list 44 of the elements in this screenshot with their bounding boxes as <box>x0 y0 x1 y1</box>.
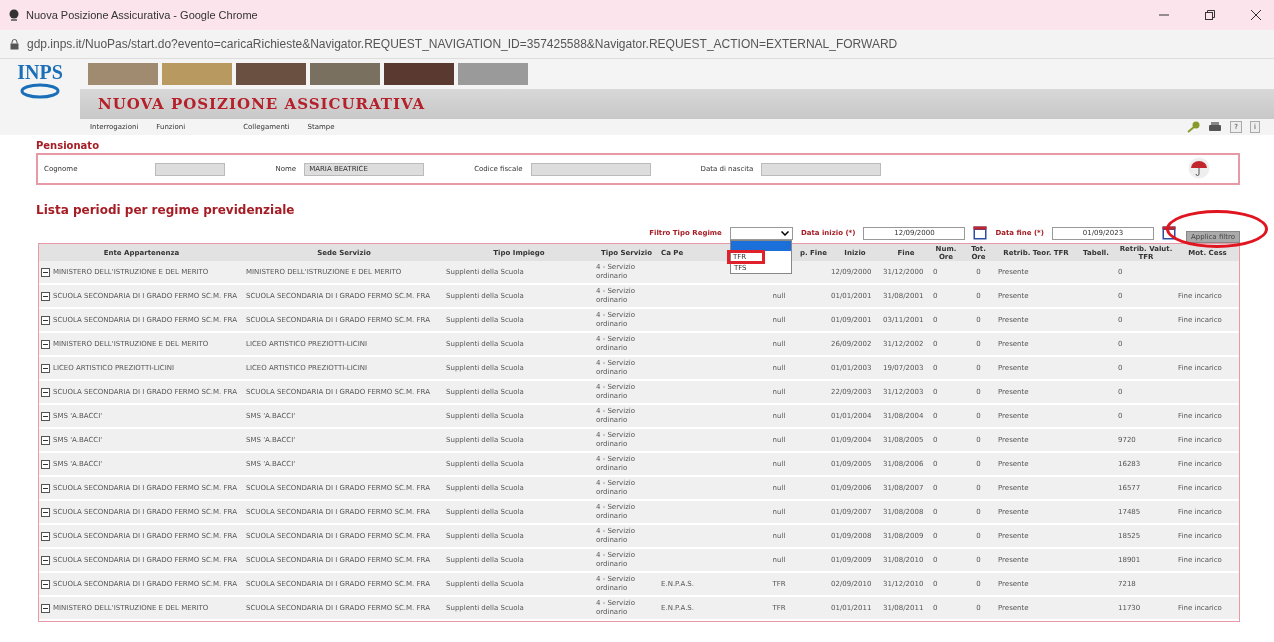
window-title: Nuova Posizione Assicurativa - Google Chrome <box>26 9 259 21</box>
input-field[interactable] <box>761 162 882 176</box>
table-cell <box>1176 380 1239 404</box>
collapse-icon[interactable] <box>41 267 50 277</box>
lock-icon <box>10 38 19 50</box>
calendar-icon[interactable] <box>973 226 988 240</box>
photo-placeholder <box>458 63 528 85</box>
logo: INPS <box>17 61 63 83</box>
regime-dropdown[interactable] <box>729 226 793 240</box>
collapse-icon[interactable] <box>41 411 50 421</box>
photo-placeholder <box>88 63 158 85</box>
collapse-icon[interactable] <box>41 435 50 445</box>
caret-icon <box>780 230 789 236</box>
input-field[interactable] <box>155 162 226 176</box>
umbrella-icon <box>1188 157 1210 179</box>
input-field[interactable] <box>530 162 651 176</box>
list-title: Lista periodi per regime previdenziale <box>36 203 296 217</box>
table-cell <box>1176 261 1239 284</box>
table-cell <box>1176 332 1239 356</box>
collapse-icon[interactable] <box>41 507 50 517</box>
browser-icon <box>8 9 20 21</box>
printer-icon[interactable] <box>1208 121 1223 133</box>
photo-placeholder <box>162 63 232 85</box>
photo-placeholder <box>236 63 306 85</box>
collapse-icon[interactable] <box>41 363 50 373</box>
collapse-icon[interactable] <box>41 531 50 541</box>
restore-icon[interactable] <box>1204 9 1216 21</box>
collapse-icon[interactable] <box>41 339 50 349</box>
photo-placeholder <box>310 63 380 85</box>
table-cell <box>1176 572 1239 596</box>
app-title: NUOVA POSIZIONE ASSICURATIVA <box>98 95 426 113</box>
section-title: Pensionato <box>36 140 100 151</box>
key-icon[interactable] <box>1186 121 1201 133</box>
collapse-icon[interactable] <box>41 555 50 565</box>
collapse-icon[interactable] <box>41 603 50 613</box>
collapse-icon[interactable] <box>41 579 50 589</box>
logo-swoosh-icon <box>20 83 60 99</box>
collapse-icon[interactable] <box>41 315 50 325</box>
photo-placeholder <box>384 63 454 85</box>
collapse-icon[interactable] <box>41 291 50 301</box>
collapse-icon[interactable] <box>41 387 50 397</box>
close-icon[interactable] <box>1250 9 1262 21</box>
collapse-icon[interactable] <box>41 459 50 469</box>
collapse-icon[interactable] <box>41 483 50 493</box>
